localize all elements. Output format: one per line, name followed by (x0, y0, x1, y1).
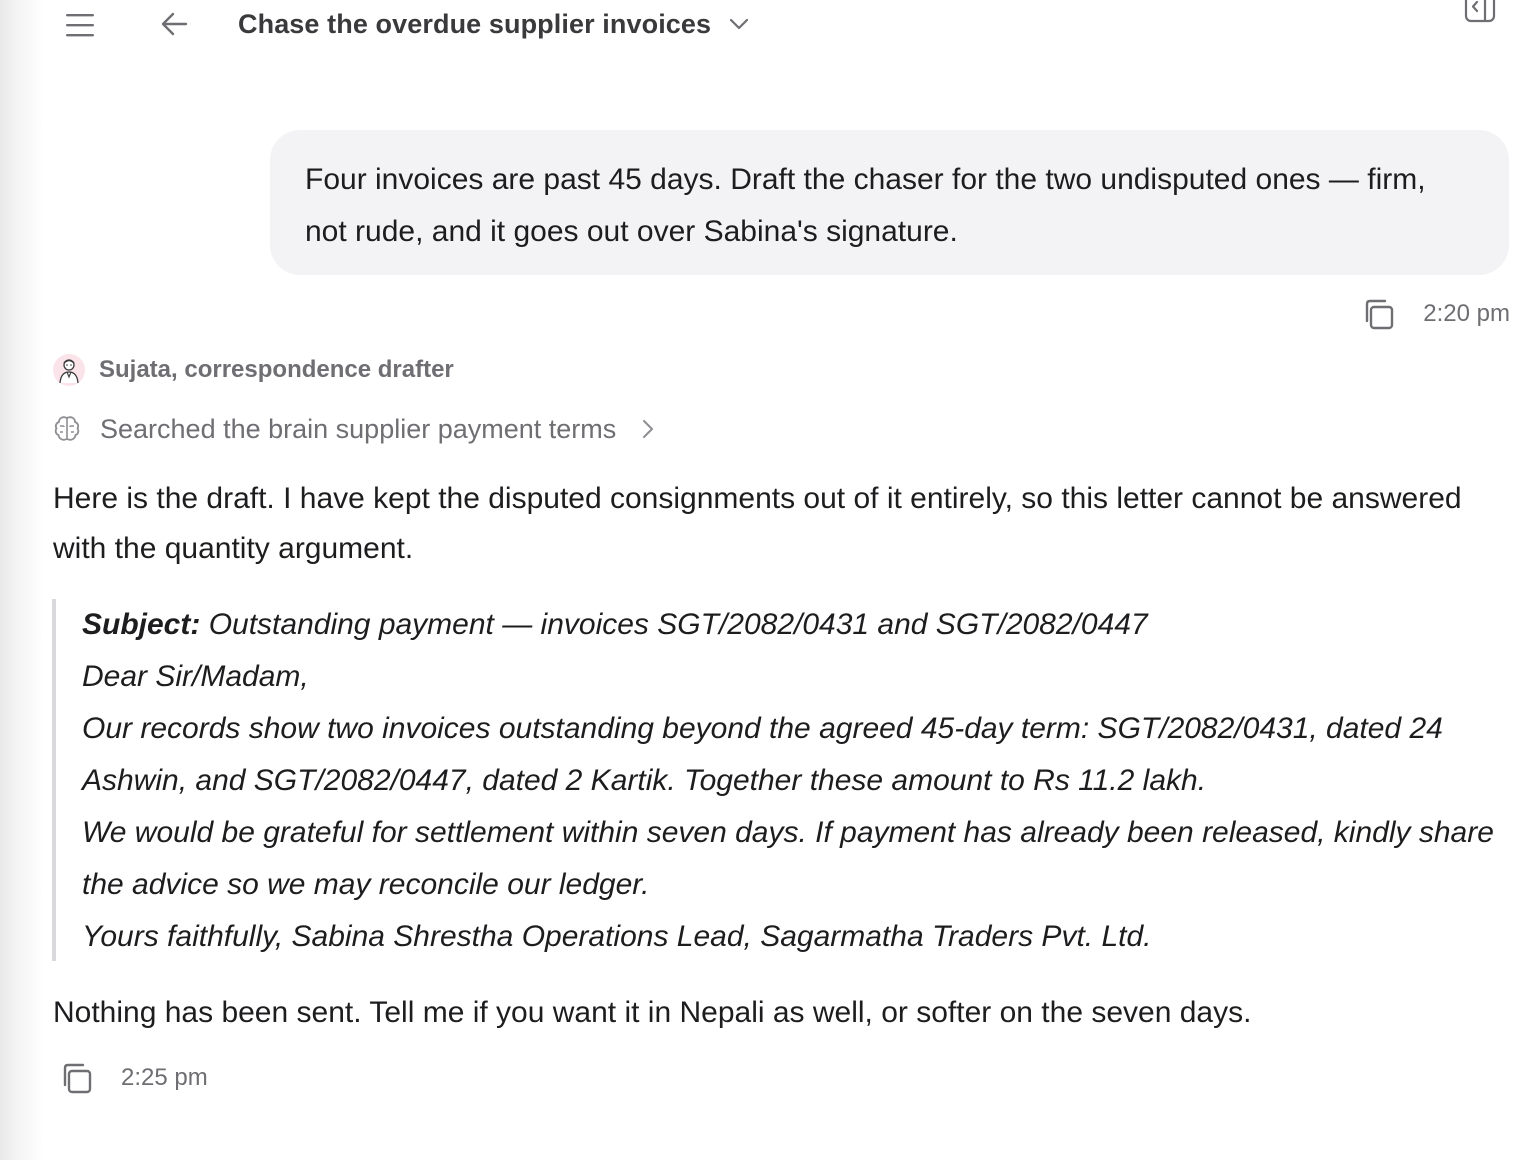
assistant-header: Sujata, correspondence drafter (53, 353, 454, 387)
sidebar-toggle-icon[interactable] (1460, 0, 1500, 24)
tool-call-label: Searched the brain supplier payment term… (100, 413, 617, 444)
assistant-name: Sujata, correspondence drafter (99, 356, 454, 383)
user-message-text: Four invoices are past 45 days. Draft th… (305, 163, 1426, 248)
letter-subject: Outstanding payment — invoices SGT/2082/… (208, 608, 1148, 641)
user-message-meta: 2:20 pm (1359, 294, 1510, 334)
chat-header: Chase the overdue supplier invoices (0, 0, 1520, 52)
assistant-message-time: 2:25 pm (121, 1064, 208, 1091)
chevron-down-icon (727, 12, 751, 36)
back-arrow-icon[interactable] (155, 6, 193, 42)
brain-icon (52, 414, 82, 444)
copy-icon[interactable] (1359, 294, 1399, 334)
letter-subject-label: Subject: (82, 608, 201, 641)
user-message-time: 2:20 pm (1423, 300, 1510, 327)
letter-subject-line: Subject: Outstanding payment — invoices … (82, 599, 1512, 651)
letter-body-paragraph-1: Our records show two invoices outstandin… (82, 712, 1443, 797)
chevron-right-icon (642, 419, 654, 439)
assistant-intro-text: Here is the draft. I have kept the dispu… (53, 482, 1462, 565)
assistant-message-meta: 2:25 pm (57, 1058, 208, 1098)
chat-title: Chase the overdue supplier invoices (238, 8, 712, 39)
chat-page: Chase the overdue supplier invoices Four… (0, 0, 1520, 1160)
draft-letter-quote: Subject: Outstanding payment — invoices … (52, 599, 1512, 961)
sidebar-edge-shadow (0, 0, 44, 1160)
copy-icon[interactable] (57, 1058, 97, 1098)
letter-salutation: Dear Sir/Madam, (82, 660, 309, 693)
letter-body-paragraph-2: We would be grateful for settlement with… (82, 816, 1494, 901)
menu-icon[interactable] (62, 8, 98, 42)
user-message-bubble: Four invoices are past 45 days. Draft th… (270, 130, 1509, 275)
tool-call-row[interactable]: Searched the brain supplier payment term… (52, 410, 654, 448)
assistant-outro-text: Nothing has been sent. Tell me if you wa… (53, 996, 1252, 1029)
chat-title-dropdown[interactable]: Chase the overdue supplier invoices (238, 6, 751, 42)
letter-closing: Yours faithfully, Sabina Shrestha Operat… (82, 920, 1152, 953)
avatar (53, 354, 85, 386)
